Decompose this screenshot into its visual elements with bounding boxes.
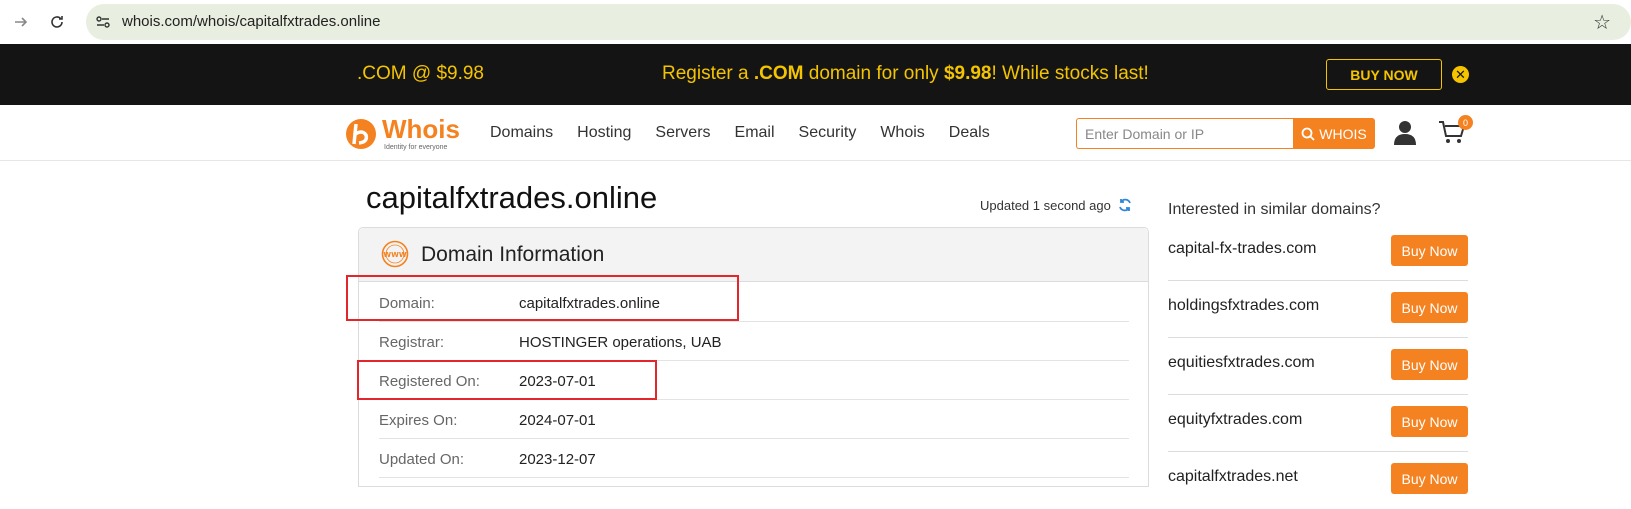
buy-now-button[interactable]: Buy Now	[1391, 235, 1468, 266]
panel-header: WWW Domain Information	[359, 228, 1148, 282]
logo-mark-icon	[346, 119, 376, 149]
promo-buy-now-button[interactable]: BUY NOW	[1326, 59, 1442, 90]
row-key: Expires On:	[379, 412, 458, 429]
whois-search-button[interactable]: WHOIS	[1293, 118, 1375, 149]
forward-button[interactable]	[8, 9, 34, 35]
cart-count-badge: 0	[1458, 115, 1473, 130]
domain-search-input[interactable]	[1076, 118, 1295, 149]
info-row-expires-on: Expires On: 2024-07-01	[379, 400, 1129, 439]
nav-deals[interactable]: Deals	[949, 124, 990, 142]
url-text[interactable]: whois.com/whois/capitalfxtrades.online	[122, 13, 380, 30]
suggestion-domain: equityfxtrades.com	[1168, 411, 1303, 428]
page-title: capitalfxtrades.online	[366, 180, 658, 215]
main-nav: Domains Hosting Servers Email Security W…	[490, 124, 1014, 142]
suggestion-item: equitiesfxtrades.com Buy Now	[1168, 338, 1468, 395]
promo-price-text: .COM @ $9.98	[357, 63, 484, 84]
whois-logo[interactable]: Whois Identity for everyone	[342, 114, 464, 154]
buy-now-button[interactable]: Buy Now	[1391, 349, 1468, 380]
search-button-label: WHOIS	[1319, 125, 1367, 142]
logo-text: Whois	[382, 114, 460, 144]
www-globe-icon: WWW	[381, 240, 409, 268]
row-key: Registrar:	[379, 334, 445, 351]
site-info-icon[interactable]	[94, 13, 112, 31]
suggestion-item: equityfxtrades.com Buy Now	[1168, 395, 1468, 452]
suggestion-domain: capitalfxtrades.net	[1168, 468, 1298, 485]
row-value: 2024-07-01	[519, 412, 596, 429]
refresh-icon[interactable]	[1117, 197, 1133, 213]
updated-status: Updated 1 second ago	[980, 197, 1133, 213]
nav-email[interactable]: Email	[735, 124, 775, 142]
logo-tagline: Identity for everyone	[384, 144, 448, 151]
suggestion-item: holdingsfxtrades.com Buy Now	[1168, 281, 1468, 338]
nav-hosting[interactable]: Hosting	[577, 124, 631, 142]
domain-information-panel: WWW Domain Information Domain: capitalfx…	[358, 227, 1149, 487]
similar-domains-heading: Interested in similar domains?	[1168, 201, 1381, 218]
suggestion-domain: equitiesfxtrades.com	[1168, 354, 1315, 371]
bookmark-star-icon[interactable]: ☆	[1593, 10, 1611, 35]
arrow-right-icon	[15, 17, 28, 27]
search-icon	[1301, 127, 1315, 141]
reload-button[interactable]	[44, 9, 70, 35]
row-value: 2023-12-07	[519, 451, 596, 468]
highlight-box-domain	[346, 275, 739, 321]
row-key: Updated On:	[379, 451, 465, 468]
suggestion-domain: capital-fx-trades.com	[1168, 240, 1317, 257]
nav-whois[interactable]: Whois	[880, 124, 924, 142]
row-value: HOSTINGER operations, UAB	[519, 334, 722, 351]
promo-banner: .COM @ $9.98 Register a .COM domain for …	[0, 44, 1631, 105]
updated-text: Updated 1 second ago	[980, 197, 1111, 213]
panel-title: Domain Information	[421, 243, 605, 266]
highlight-box-registered-on	[357, 360, 657, 400]
info-row-updated-on: Updated On: 2023-12-07	[379, 439, 1129, 478]
promo-message: Register a .COM domain for only $9.98! W…	[662, 63, 1149, 84]
buy-now-button[interactable]: Buy Now	[1391, 463, 1468, 494]
nav-domains[interactable]: Domains	[490, 124, 553, 142]
nav-security[interactable]: Security	[799, 124, 857, 142]
svg-text:WWW: WWW	[383, 251, 406, 259]
user-account-icon[interactable]	[1393, 119, 1417, 145]
buy-now-button[interactable]: Buy Now	[1391, 406, 1468, 437]
suggestion-domain: holdingsfxtrades.com	[1168, 297, 1320, 314]
address-bar[interactable]: whois.com/whois/capitalfxtrades.online ☆	[86, 4, 1631, 40]
reload-icon	[51, 16, 63, 28]
buy-now-button[interactable]: Buy Now	[1391, 292, 1468, 323]
browser-toolbar: whois.com/whois/capitalfxtrades.online ☆	[0, 0, 1631, 44]
info-row-registrar: Registrar: HOSTINGER operations, UAB	[379, 322, 1129, 361]
close-icon[interactable]: ✕	[1452, 66, 1469, 83]
site-header: Whois Identity for everyone Domains Host…	[0, 105, 1631, 161]
nav-servers[interactable]: Servers	[655, 124, 710, 142]
suggestion-item: capital-fx-trades.com Buy Now	[1168, 224, 1468, 281]
